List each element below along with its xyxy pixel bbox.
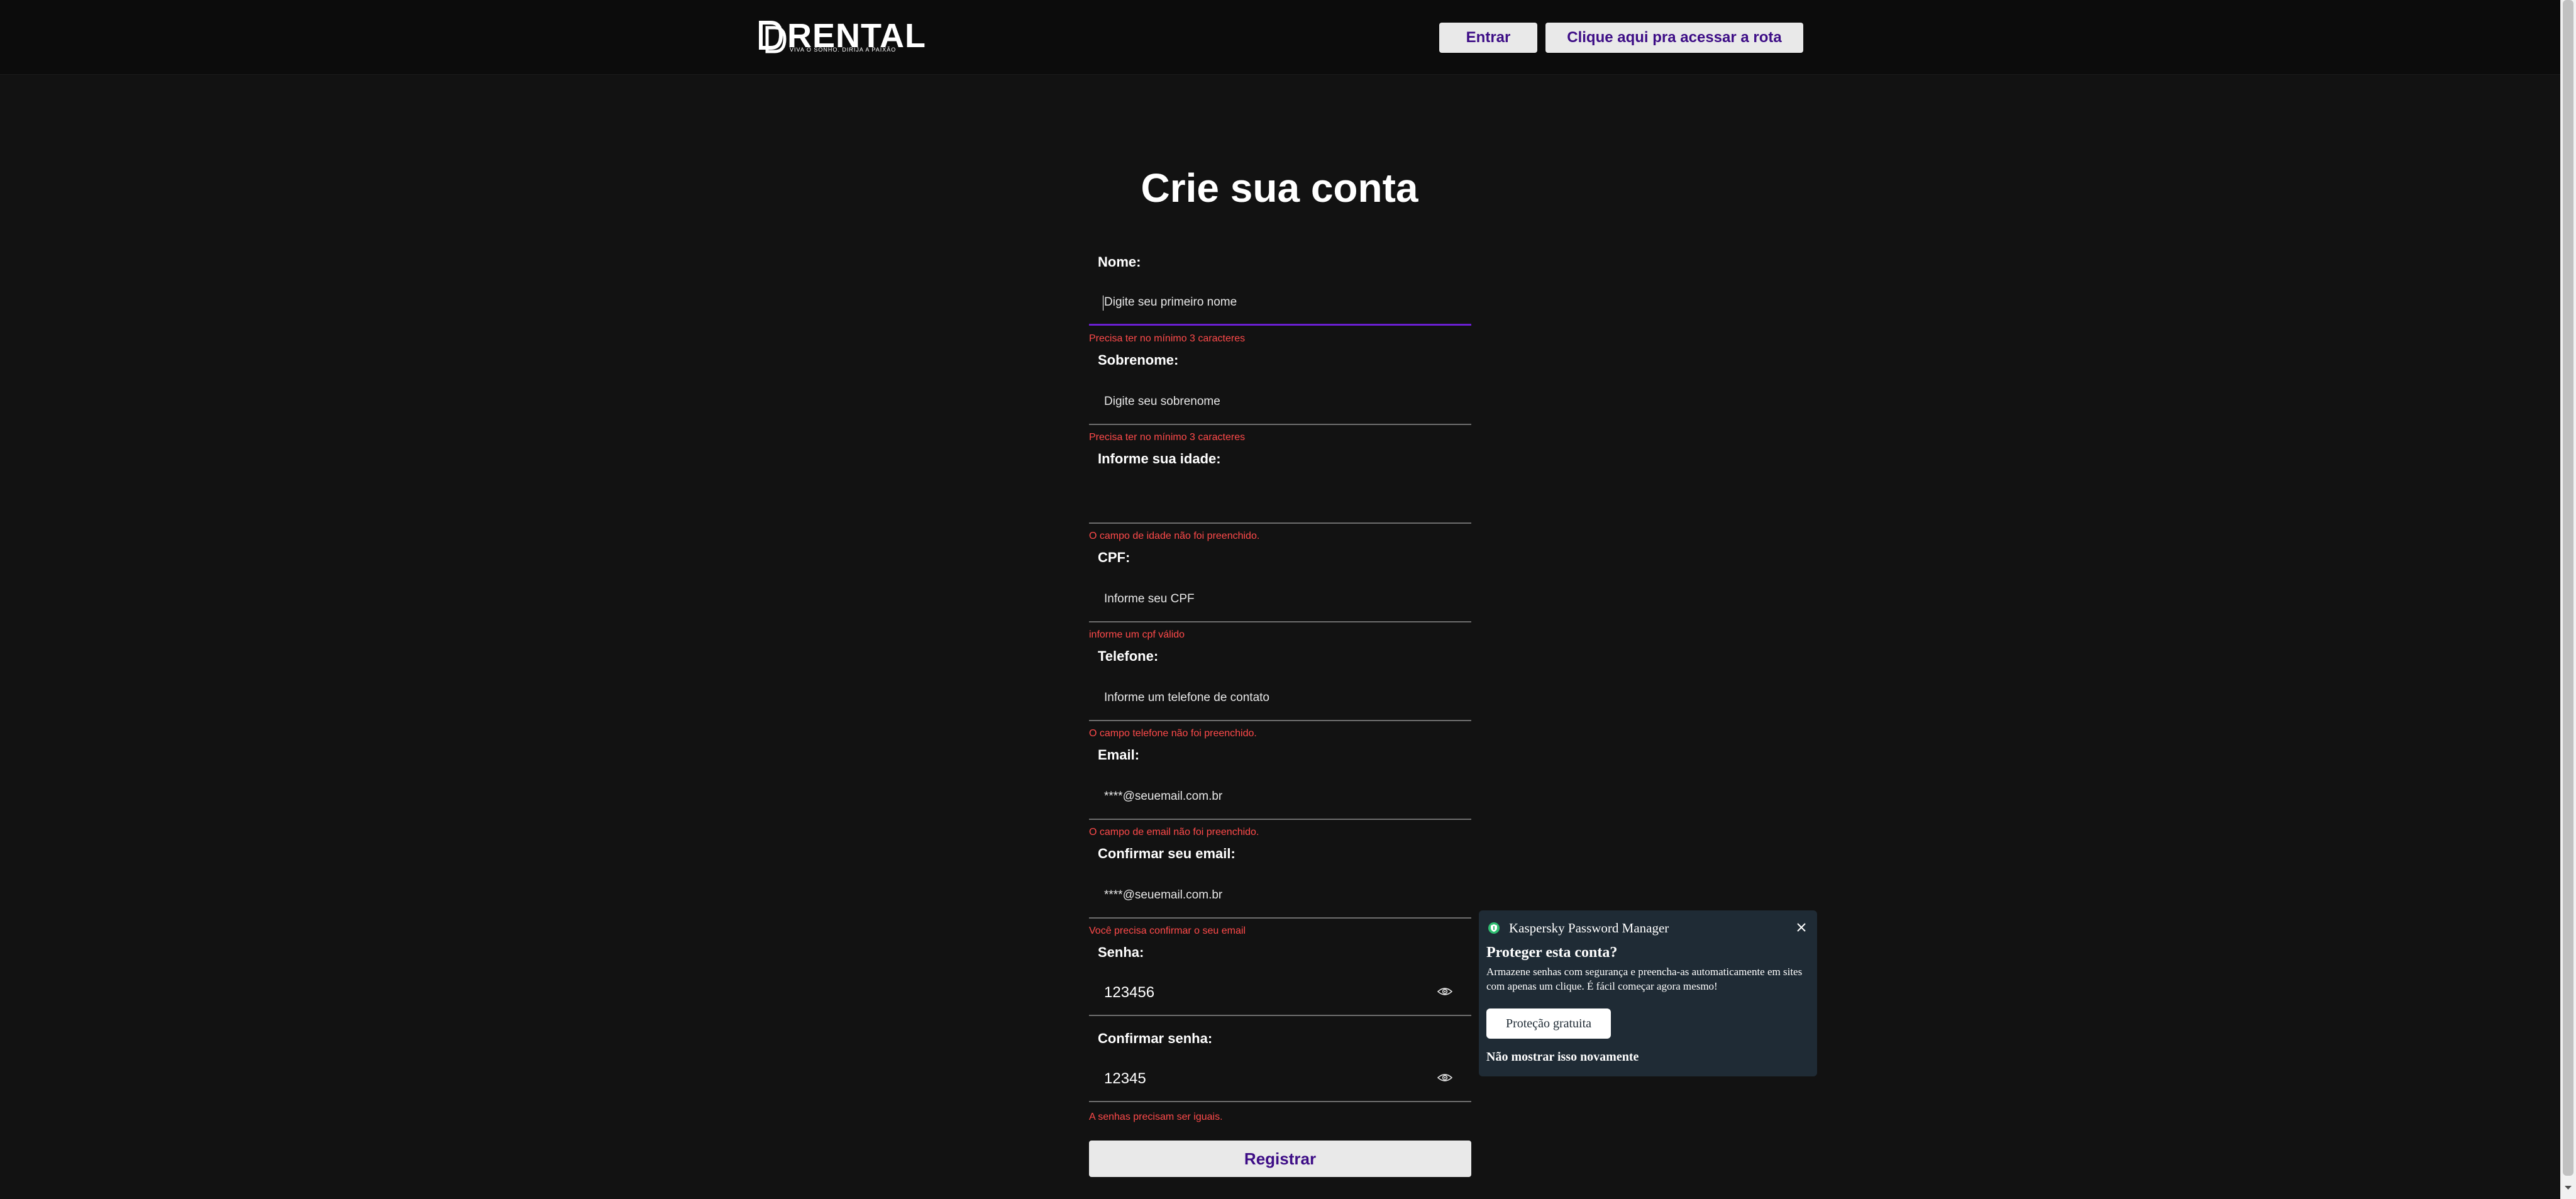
route-access-button[interactable]: Clique aqui pra acessar a rota — [1545, 23, 1803, 53]
password-input[interactable] — [1103, 970, 1445, 1016]
age-error: O campo de idade não foi preenchido. — [1089, 531, 1260, 541]
confirm-password-input[interactable] — [1103, 1056, 1445, 1102]
last-name-field-wrapper — [1089, 378, 1471, 425]
page-title: Crie sua conta — [1141, 165, 1418, 211]
phone-label: Telefone: — [1098, 648, 1159, 664]
email-field-wrapper — [1089, 773, 1471, 820]
password-field-wrapper — [1089, 970, 1471, 1016]
first-name-error: Precisa ter no mínimo 3 caracteres — [1089, 333, 1246, 344]
phone-input[interactable] — [1103, 675, 1445, 721]
email-label: Email: — [1098, 747, 1140, 763]
password-manager-popup: Kaspersky Password Manager Proteger esta… — [1479, 910, 1817, 1076]
age-label: Informe sua idade: — [1098, 451, 1221, 467]
top-navbar: RENTAL VIVA O SONHO. DIRIJA A PAIXÃO Ent… — [0, 0, 2560, 75]
first-name-input[interactable] — [1103, 279, 1445, 325]
email-input[interactable] — [1103, 773, 1445, 820]
first-name-label: Nome: — [1098, 254, 1141, 270]
phone-error: O campo telefone não foi preenchido. — [1089, 728, 1257, 739]
vertical-scrollbar[interactable] — [2560, 0, 2576, 1199]
logo-tagline: VIVA O SONHO. DIRIJA A PAIXÃO — [790, 47, 897, 53]
confirm-password-error: A senhas precisam ser iguais. — [1089, 1112, 1223, 1122]
confirm-password-label: Confirmar senha: — [1098, 1030, 1213, 1046]
password-manager-description: Armazene senhas com segurança e preencha… — [1486, 966, 1803, 992]
login-button[interactable]: Entrar — [1439, 23, 1537, 53]
cpf-error: informe um cpf válido — [1089, 629, 1185, 640]
confirm-password-field-wrapper — [1089, 1056, 1471, 1102]
free-protection-button[interactable]: Proteção gratuita — [1486, 1008, 1611, 1039]
email-error: O campo de email não foi preenchido. — [1089, 827, 1259, 837]
confirm-email-input[interactable] — [1103, 872, 1445, 919]
first-name-field-wrapper — [1089, 279, 1471, 326]
eye-icon[interactable] — [1437, 986, 1452, 997]
phone-field-wrapper — [1089, 675, 1471, 721]
password-manager-title: Proteger esta conta? — [1486, 944, 1618, 961]
dont-show-again-link[interactable]: Não mostrar isso novamente — [1486, 1050, 1639, 1064]
last-name-error: Precisa ter no mínimo 3 caracteres — [1089, 432, 1246, 443]
age-field-wrapper — [1089, 477, 1471, 524]
confirm-email-error: Você precisa confirmar o seu email — [1089, 925, 1246, 936]
register-button[interactable]: Registrar — [1089, 1141, 1471, 1177]
confirm-email-label: Confirmar seu email: — [1098, 846, 1235, 861]
confirm-email-field-wrapper — [1089, 872, 1471, 919]
cpf-input[interactable] — [1103, 576, 1445, 622]
chevron-down-icon[interactable] — [2564, 1185, 2572, 1191]
rental-logo[interactable]: RENTAL VIVA O SONHO. DIRIJA A PAIXÃO — [758, 18, 926, 57]
close-icon[interactable] — [1794, 920, 1808, 934]
dd-logo-mark-icon — [759, 21, 787, 53]
eye-icon[interactable] — [1437, 1072, 1452, 1083]
shield-icon — [1488, 922, 1500, 934]
password-manager-brand: Kaspersky Password Manager — [1509, 920, 1669, 936]
cpf-field-wrapper — [1089, 576, 1471, 622]
age-input[interactable] — [1103, 477, 1445, 524]
cpf-label: CPF: — [1098, 550, 1130, 565]
scrollbar-thumb[interactable] — [2563, 0, 2573, 1176]
last-name-label: Sobrenome: — [1098, 352, 1179, 368]
last-name-input[interactable] — [1103, 378, 1445, 425]
password-label: Senha: — [1098, 944, 1144, 960]
